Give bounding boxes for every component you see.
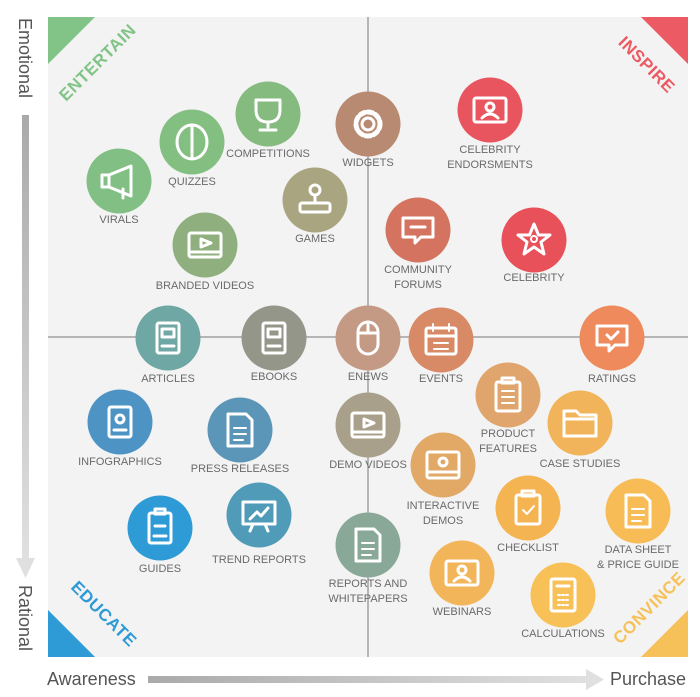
horizontal-axis-arrow-head — [586, 669, 604, 690]
item-label: COMMUNITY — [384, 264, 452, 276]
item-label: REPORTS AND — [329, 578, 408, 590]
item-circle — [335, 512, 401, 578]
item-label: GUIDES — [139, 563, 181, 575]
item-celebrity: CELEBRITY — [501, 207, 567, 284]
item-label: DATA SHEET — [605, 544, 672, 556]
item-circle — [335, 91, 401, 157]
item-label: ARTICLES — [141, 373, 195, 385]
item-circle — [408, 307, 474, 373]
item-label: EBOOKS — [251, 371, 297, 383]
item-label: & PRICE GUIDE — [597, 559, 679, 571]
horizontal-axis-arrow-shaft — [148, 676, 588, 683]
item-label: PRODUCT — [481, 428, 536, 440]
item-circle — [605, 478, 671, 544]
item-checklist: CHECKLIST — [495, 475, 561, 554]
item-label: DEMO VIDEOS — [329, 459, 407, 471]
item-circle — [475, 362, 541, 428]
axis-label-emotional: Emotional — [15, 18, 35, 98]
item-label: WEBINARS — [433, 606, 492, 618]
item-circle — [127, 495, 193, 561]
axis-label-rational: Rational — [15, 585, 35, 651]
item-circle — [547, 390, 613, 456]
item-label: GAMES — [295, 233, 335, 245]
item-webinars: WEBINARS — [429, 540, 495, 618]
item-label: CELEBRITY — [459, 144, 521, 156]
item-label: FEATURES — [479, 443, 537, 455]
item-label: FORUMS — [394, 279, 442, 291]
item-label: TREND REPORTS — [212, 554, 306, 566]
item-circle — [501, 207, 567, 273]
item-label: ENDORSMENTS — [447, 159, 533, 171]
item-label: INFOGRAPHICS — [78, 456, 162, 468]
item-label: WIDGETS — [342, 157, 393, 169]
item-widgets: WIDGETS — [335, 91, 401, 169]
item-label: CELEBRITY — [503, 272, 565, 284]
item-circle — [385, 197, 451, 263]
item-label: INTERACTIVE — [407, 500, 480, 512]
item-label: BRANDED VIDEOS — [156, 280, 254, 292]
vertical-axis-arrow-shaft — [22, 115, 29, 560]
item-articles: ARTICLES — [135, 305, 201, 385]
item-circle — [495, 475, 561, 541]
item-circle — [207, 397, 273, 463]
content-matrix-diagram: ENTERTAIN INSPIRE EDUCATE CONVINCE Emoti… — [15, 17, 689, 690]
item-circle — [335, 305, 401, 371]
axis-label-purchase: Purchase — [610, 669, 686, 689]
vertical-axis-arrow-head — [16, 558, 35, 578]
item-circle — [235, 81, 301, 147]
item-label: EVENTS — [419, 373, 463, 385]
item-label: PRESS RELEASES — [191, 463, 289, 475]
axis-label-awareness: Awareness — [47, 669, 136, 689]
item-label: RATINGS — [588, 373, 636, 385]
item-label: DEMOS — [423, 515, 463, 527]
item-label: CALCULATIONS — [521, 628, 605, 640]
item-label: CASE STUDIES — [540, 458, 621, 470]
item-label: VIRALS — [99, 214, 138, 226]
item-ratings: RATINGS — [579, 305, 645, 385]
item-label: COMPETITIONS — [226, 148, 310, 160]
item-quizzes: QUIZZES — [159, 109, 225, 188]
item-circle — [86, 148, 152, 214]
item-label: QUIZZES — [168, 176, 216, 188]
item-label: CHECKLIST — [497, 542, 559, 554]
item-label: WHITEPAPERS — [328, 593, 407, 605]
item-ebooks: EBOOKS — [241, 305, 307, 383]
item-label: ENEWS — [348, 371, 388, 383]
